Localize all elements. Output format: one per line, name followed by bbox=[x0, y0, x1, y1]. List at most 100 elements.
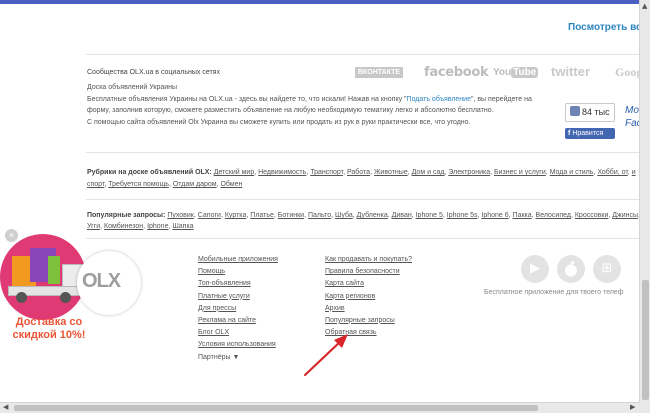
divider bbox=[86, 199, 640, 200]
delivery-promo-banner[interactable]: OLX × Доставка со скидкой 10%! bbox=[0, 226, 141, 346]
scroll-right-arrow-icon[interactable]: ▶ bbox=[630, 403, 635, 411]
scrollbar-thumb[interactable] bbox=[642, 280, 649, 400]
rubric-link[interactable]: Работа bbox=[347, 169, 370, 176]
facebook-like-button[interactable]: f Нравится bbox=[565, 128, 615, 139]
footer-link-top-ads[interactable]: Топ-объявления bbox=[198, 278, 278, 290]
site-description: Доска объявлений Украины Бесплатные объя… bbox=[87, 82, 542, 128]
query-link[interactable]: Ботинки bbox=[278, 212, 304, 219]
thumbs-up-icon bbox=[570, 106, 580, 116]
vkontakte-logo[interactable]: ВКОНТАКТЕ bbox=[355, 67, 403, 78]
query-link[interactable]: Iphone 5s bbox=[447, 212, 478, 219]
footer-link-how-to-buy[interactable]: Как продавать и покупать? bbox=[325, 254, 412, 266]
footer-column-1: Мобильные приложения Помощь Топ-объявлен… bbox=[198, 254, 278, 364]
footer-link-help[interactable]: Помощь bbox=[198, 266, 278, 278]
query-link[interactable]: Велосипед bbox=[536, 212, 571, 219]
popular-queries-section: Популярные запросы: Пуховик, Сапоги, Кур… bbox=[87, 210, 640, 232]
footer-link-popular-queries[interactable]: Популярные запросы bbox=[325, 315, 412, 327]
red-arrow-annotation bbox=[303, 334, 348, 377]
olx-logo: OLX bbox=[82, 270, 121, 292]
social-heading: Сообщества OLX.ua в социальных сетях bbox=[87, 69, 220, 76]
query-link[interactable]: Шуба bbox=[335, 212, 353, 219]
apple-icon[interactable] bbox=[557, 255, 585, 283]
query-link[interactable]: Платье bbox=[250, 212, 274, 219]
query-link[interactable]: Пакка bbox=[513, 212, 532, 219]
google-play-icon[interactable]: ▶ bbox=[521, 255, 549, 283]
like-count: 84 тыс bbox=[582, 107, 610, 117]
facebook-f-icon: f bbox=[568, 130, 571, 137]
apple-logo-shape bbox=[565, 260, 577, 277]
rubric-link[interactable]: Транспорт bbox=[310, 169, 343, 176]
description-text: ", вы перейдете на bbox=[470, 95, 532, 103]
rubric-link[interactable]: Бизнес и услуги bbox=[494, 169, 546, 176]
description-line: Доска объявлений Украины bbox=[87, 84, 178, 91]
query-link[interactable]: Кроссовки bbox=[575, 212, 609, 219]
facebook-like-count: 84 тыс bbox=[565, 103, 615, 122]
promo-text: Доставка со скидкой 10%! bbox=[12, 316, 86, 341]
app-caption: Бесплатное приложение для твоего телеф bbox=[484, 289, 624, 296]
rubric-link[interactable]: Животные bbox=[374, 169, 408, 176]
divider bbox=[86, 238, 640, 239]
query-link[interactable]: Куртка bbox=[225, 212, 247, 219]
youtube-logo-tube: Tube bbox=[511, 67, 539, 78]
twitter-logo[interactable]: twitter bbox=[551, 64, 590, 79]
description-line: форму, заполнив которую, сможете размест… bbox=[87, 107, 494, 114]
footer-column-2: Как продавать и покупать? Правила безопа… bbox=[325, 254, 412, 339]
footer-link-sitemap[interactable]: Карта сайта bbox=[325, 278, 412, 290]
query-link[interactable]: Iphone 6 bbox=[481, 212, 508, 219]
horizontal-scrollbar[interactable]: ◀ ▶ bbox=[0, 402, 640, 413]
query-link[interactable]: Iphone 5 bbox=[416, 212, 443, 219]
query-link[interactable]: Шапка bbox=[172, 223, 193, 230]
wheel-icon bbox=[60, 292, 71, 303]
query-link[interactable]: Сапоги bbox=[198, 212, 221, 219]
footer-link-regions-map[interactable]: Карта регионов bbox=[325, 291, 412, 303]
description-line: С помощью сайта объявлений Olx Украина в… bbox=[87, 118, 471, 126]
rubric-link[interactable]: Мода и стиль bbox=[550, 169, 594, 176]
query-link[interactable]: Iphone bbox=[147, 223, 168, 230]
description-line: Бесплатные объявления Украины на OLX.ua … bbox=[87, 94, 542, 106]
query-link[interactable]: Джинсы bbox=[612, 212, 638, 219]
footer-link-press[interactable]: Для прессы bbox=[198, 303, 278, 315]
footer-link-advertising[interactable]: Реклама на сайте bbox=[198, 315, 278, 327]
query-link[interactable]: Пуховик bbox=[167, 212, 194, 219]
query-link[interactable]: Диван bbox=[392, 212, 412, 219]
youtube-logo[interactable]: You Tube bbox=[493, 66, 539, 78]
rubrics-label: Рубрики на доске объявлений OLX: bbox=[87, 169, 212, 176]
footer-link-mobile-apps[interactable]: Мобильные приложения bbox=[198, 254, 278, 266]
vertical-scrollbar[interactable]: ▲ bbox=[639, 0, 650, 413]
rubric-link[interactable]: Хобби, от bbox=[597, 169, 627, 176]
windows-icon[interactable]: ⊞ bbox=[593, 255, 621, 283]
query-link[interactable]: Пальто bbox=[308, 212, 331, 219]
popular-queries-label: Популярные запросы: bbox=[87, 212, 166, 219]
query-links: Пуховик, Сапоги, Куртка, Платье, Ботинки… bbox=[87, 212, 640, 230]
see-all-link[interactable]: Посмотреть все bbox=[568, 22, 647, 33]
close-icon[interactable]: × bbox=[5, 229, 18, 242]
rubric-link[interactable]: Обмен bbox=[220, 181, 242, 188]
scroll-left-arrow-icon[interactable]: ◀ bbox=[3, 403, 8, 411]
rubric-link[interactable]: Детский мир bbox=[214, 169, 254, 176]
like-label: Нравится bbox=[572, 130, 604, 137]
youtube-logo-you: You bbox=[493, 67, 512, 78]
footer-link-blog[interactable]: Блог OLX bbox=[198, 327, 278, 339]
rubric-link[interactable]: Отдам даром bbox=[173, 181, 217, 188]
partners-dropdown[interactable]: Партнёры ▼ bbox=[198, 352, 278, 364]
promo-graphic bbox=[0, 234, 86, 320]
facebook-logo[interactable]: facebook bbox=[424, 65, 489, 80]
chevron-down-icon: ▼ bbox=[232, 353, 240, 361]
footer-link-safety-rules[interactable]: Правила безопасности bbox=[325, 266, 412, 278]
rubrics-section: Рубрики на доске объявлений OLX: Детский… bbox=[87, 167, 640, 191]
query-link[interactable]: Дубленка bbox=[357, 212, 388, 219]
wheel-icon bbox=[16, 292, 27, 303]
scroll-up-arrow-icon[interactable]: ▲ bbox=[642, 2, 647, 10]
rubric-link[interactable]: Требуется помощь bbox=[108, 181, 169, 188]
box-icon bbox=[48, 256, 60, 284]
scrollbar-thumb[interactable] bbox=[14, 405, 538, 411]
footer-link-archive[interactable]: Архив bbox=[325, 303, 412, 315]
rubric-link[interactable]: Недвижимость bbox=[258, 169, 306, 176]
rubric-link[interactable]: Электроника bbox=[448, 169, 490, 176]
partners-label: Партнёры bbox=[198, 353, 231, 361]
footer-link-paid-services[interactable]: Платные услуги bbox=[198, 291, 278, 303]
footer-link-terms[interactable]: Условия использования bbox=[198, 339, 278, 351]
description-text: Бесплатные объявления Украины на OLX.ua … bbox=[87, 95, 407, 103]
post-ad-link[interactable]: Подать объявление bbox=[407, 96, 471, 103]
rubric-link[interactable]: Дом и сад bbox=[412, 169, 445, 176]
